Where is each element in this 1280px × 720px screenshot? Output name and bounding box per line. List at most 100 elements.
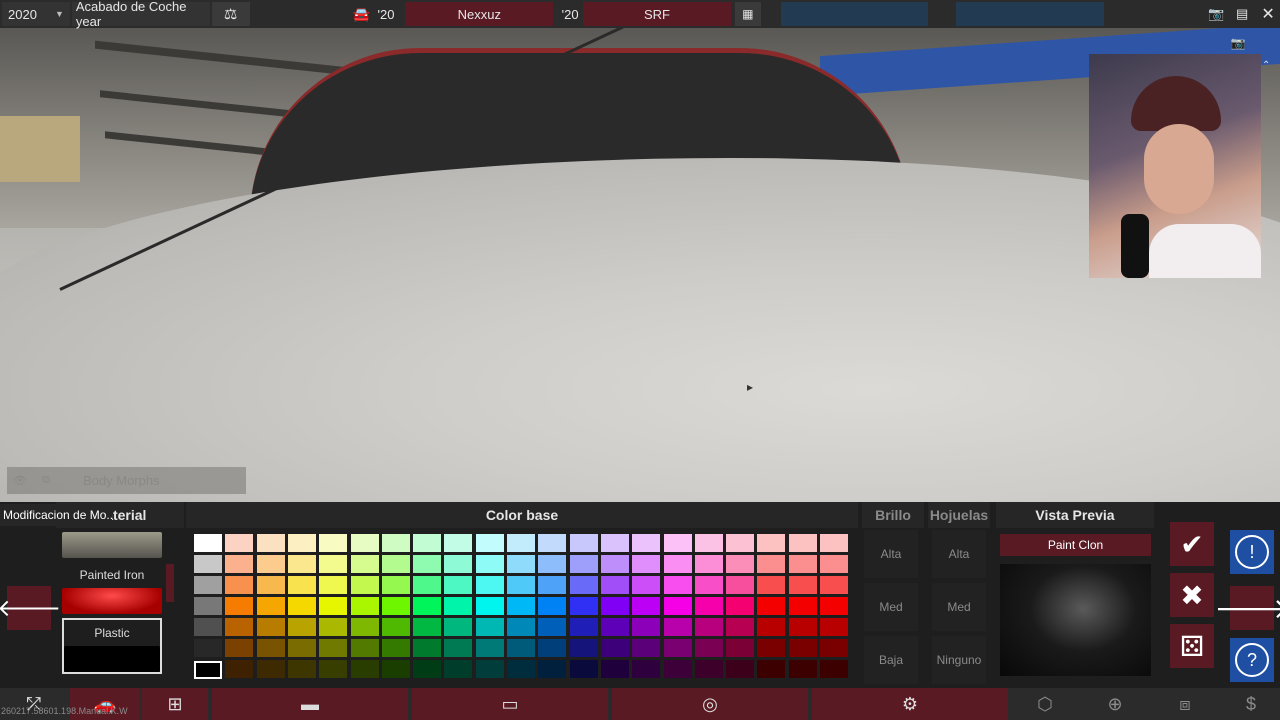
color-swatch[interactable] xyxy=(601,534,629,552)
color-swatch[interactable] xyxy=(789,534,817,552)
interior-icon[interactable]: ⧈ xyxy=(1152,688,1218,720)
car-viewport[interactable]: ▸ xyxy=(0,28,1280,502)
color-swatch[interactable] xyxy=(257,660,285,678)
color-swatch[interactable] xyxy=(351,639,379,657)
color-swatch[interactable] xyxy=(664,639,692,657)
color-swatch[interactable] xyxy=(695,576,723,594)
color-swatch[interactable] xyxy=(726,597,754,615)
color-swatch[interactable] xyxy=(632,660,660,678)
color-swatch[interactable] xyxy=(413,555,441,573)
color-swatch[interactable] xyxy=(570,618,598,636)
color-swatch[interactable] xyxy=(538,660,566,678)
color-swatch[interactable] xyxy=(382,639,410,657)
color-swatch[interactable] xyxy=(319,576,347,594)
color-swatch[interactable] xyxy=(601,555,629,573)
color-swatch[interactable] xyxy=(695,555,723,573)
color-swatch[interactable] xyxy=(538,597,566,615)
close-icon[interactable]: ✕ xyxy=(1256,2,1280,26)
color-swatch[interactable] xyxy=(507,660,535,678)
color-swatch[interactable] xyxy=(726,555,754,573)
color-swatch[interactable] xyxy=(413,639,441,657)
color-swatch[interactable] xyxy=(476,639,504,657)
color-swatch[interactable] xyxy=(820,639,848,657)
color-swatch[interactable] xyxy=(507,555,535,573)
color-swatch[interactable] xyxy=(664,597,692,615)
color-swatch[interactable] xyxy=(444,639,472,657)
color-swatch[interactable] xyxy=(413,597,441,615)
color-swatch[interactable] xyxy=(695,639,723,657)
color-swatch[interactable] xyxy=(632,555,660,573)
color-swatch[interactable] xyxy=(789,639,817,657)
color-swatch[interactable] xyxy=(695,597,723,615)
color-swatch[interactable] xyxy=(476,660,504,678)
forward-arrow-icon[interactable]: 🡒 xyxy=(1214,586,1280,630)
menu-icon[interactable]: ▤ xyxy=(1230,2,1254,26)
color-swatch[interactable] xyxy=(538,576,566,594)
color-swatch[interactable] xyxy=(319,660,347,678)
sliders-icon[interactable]: ⧉ xyxy=(33,474,59,487)
color-swatch[interactable] xyxy=(288,576,316,594)
color-swatch[interactable] xyxy=(444,660,472,678)
color-swatch[interactable] xyxy=(351,534,379,552)
color-swatch[interactable] xyxy=(632,534,660,552)
color-swatch[interactable] xyxy=(695,660,723,678)
color-swatch[interactable] xyxy=(444,618,472,636)
color-swatch[interactable] xyxy=(538,555,566,573)
color-swatch[interactable] xyxy=(288,597,316,615)
color-swatch[interactable] xyxy=(789,618,817,636)
color-swatch[interactable] xyxy=(194,618,222,636)
color-swatch[interactable] xyxy=(319,534,347,552)
material-item[interactable] xyxy=(62,532,162,558)
color-swatch[interactable] xyxy=(820,576,848,594)
color-swatch[interactable] xyxy=(570,576,598,594)
layout-icon[interactable]: ▦ xyxy=(734,2,761,26)
color-swatch[interactable] xyxy=(507,639,535,657)
color-swatch[interactable] xyxy=(257,555,285,573)
color-swatch[interactable] xyxy=(225,660,253,678)
hojuelas-option[interactable]: Alta xyxy=(932,530,986,578)
color-palette[interactable] xyxy=(194,534,852,679)
color-swatch[interactable] xyxy=(664,660,692,678)
color-swatch[interactable] xyxy=(757,597,785,615)
color-swatch[interactable] xyxy=(820,597,848,615)
color-swatch[interactable] xyxy=(288,555,316,573)
checkmark-icon[interactable]: ✔ xyxy=(1170,522,1214,566)
color-swatch[interactable] xyxy=(820,660,848,678)
hojuelas-option[interactable]: Med xyxy=(932,583,986,631)
color-swatch[interactable] xyxy=(789,555,817,573)
color-swatch[interactable] xyxy=(726,660,754,678)
color-swatch[interactable] xyxy=(570,534,598,552)
color-swatch[interactable] xyxy=(351,576,379,594)
color-swatch[interactable] xyxy=(351,618,379,636)
chassis-icon[interactable]: ▬ xyxy=(212,688,408,720)
color-swatch[interactable] xyxy=(726,639,754,657)
fuel-icon[interactable]: ⚙ xyxy=(812,688,1008,720)
color-swatch[interactable] xyxy=(820,618,848,636)
color-swatch[interactable] xyxy=(257,639,285,657)
color-swatch[interactable] xyxy=(757,555,785,573)
color-swatch[interactable] xyxy=(194,555,222,573)
color-swatch[interactable] xyxy=(757,660,785,678)
color-swatch[interactable] xyxy=(476,618,504,636)
color-swatch[interactable] xyxy=(413,660,441,678)
color-swatch[interactable] xyxy=(194,534,222,552)
color-swatch[interactable] xyxy=(601,597,629,615)
color-swatch[interactable] xyxy=(444,555,472,573)
color-swatch[interactable] xyxy=(225,534,253,552)
photo-camera-icon[interactable]: 📷 xyxy=(1228,36,1248,54)
color-swatch[interactable] xyxy=(538,639,566,657)
color-swatch[interactable] xyxy=(789,660,817,678)
color-swatch[interactable] xyxy=(632,597,660,615)
color-swatch[interactable] xyxy=(757,618,785,636)
color-swatch[interactable] xyxy=(257,534,285,552)
stats-icon[interactable]: $ xyxy=(1222,688,1280,720)
color-swatch[interactable] xyxy=(664,618,692,636)
color-swatch[interactable] xyxy=(382,555,410,573)
color-swatch[interactable] xyxy=(632,639,660,657)
model-field[interactable]: SRF xyxy=(583,2,731,26)
color-swatch[interactable] xyxy=(789,576,817,594)
x-icon[interactable]: ✖ xyxy=(1170,573,1214,617)
random-dice-icon[interactable]: ⚄ xyxy=(1170,624,1214,668)
trim-field[interactable] xyxy=(780,2,929,26)
color-swatch[interactable] xyxy=(820,555,848,573)
